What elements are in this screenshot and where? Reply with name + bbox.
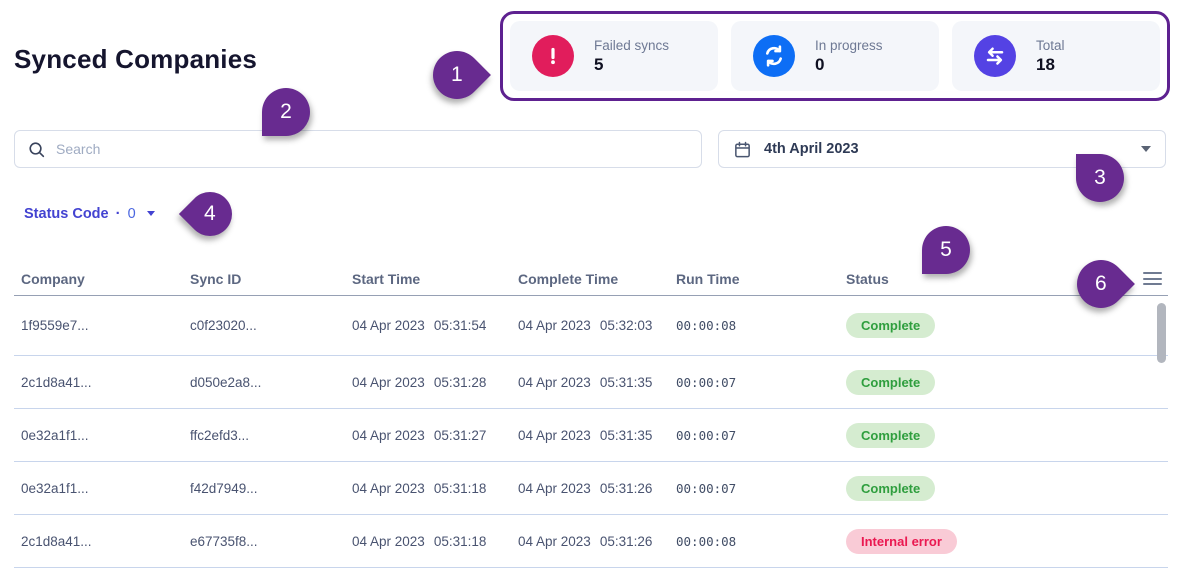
complete-time-cell: 04 Apr 2023 05:31:26 xyxy=(518,480,653,496)
stat-value: 0 xyxy=(815,54,825,74)
start-time-cell: 04 Apr 2023 05:31:18 xyxy=(352,480,487,496)
status-cell: Internal error xyxy=(846,528,1168,554)
stat-card-failed-syncs: Failed syncs 5 xyxy=(510,21,718,91)
sync-id-cell: c0f23020... xyxy=(190,318,257,333)
filter-label: Status Code xyxy=(24,205,109,222)
status-badge: Complete xyxy=(846,313,936,338)
start-time-cell: 04 Apr 2023 05:31:28 xyxy=(352,374,487,390)
start-time-cell: 04 Apr 2023 05:31:54 xyxy=(352,318,487,333)
status-badge: Complete xyxy=(846,369,936,395)
sync-id-cell: d050e2a8... xyxy=(190,374,262,390)
callout-5: 5 xyxy=(922,226,970,274)
search-icon xyxy=(29,141,45,157)
col-start-time: Start Time xyxy=(352,270,421,287)
col-run-time: Run Time xyxy=(676,270,740,287)
table-header: Company Sync ID Start Time Complete Time… xyxy=(14,262,1168,296)
callout-3: 3 xyxy=(1076,154,1124,202)
run-time-cell: 00:00:08 xyxy=(676,318,737,333)
complete-time-cell: 04 Apr 2023 05:31:35 xyxy=(518,427,653,443)
run-time-cell: 00:00:07 xyxy=(676,480,737,496)
alert-icon xyxy=(532,35,574,77)
stat-label: Failed syncs xyxy=(594,37,670,53)
synced-companies-table: Company Sync ID Start Time Complete Time… xyxy=(14,262,1168,568)
chevron-down-icon xyxy=(1141,146,1151,152)
col-company: Company xyxy=(21,270,85,287)
stats-box: Failed syncs 5 In progress 0 Total 18 xyxy=(500,11,1170,101)
table-body: 1f9559e7... c0f23020... 04 Apr 2023 05:31:5… xyxy=(14,296,1168,568)
refresh-icon xyxy=(753,35,795,77)
sync-id-cell: ffc2efd3... xyxy=(190,427,250,443)
callout-4: 4 xyxy=(178,182,242,246)
table-row[interactable]: 2c1d8a41... e67735f8... 04 Apr 2023 05:31:1… xyxy=(14,515,1168,568)
company-cell: 2c1d8a41... xyxy=(21,533,92,549)
complete-time-cell: 04 Apr 2023 05:32:03 xyxy=(518,318,653,333)
transfer-icon xyxy=(974,35,1016,77)
run-time-cell: 00:00:07 xyxy=(676,427,737,443)
table-row[interactable]: 0e32a1f1... f42d7949... 04 Apr 2023 05:31:1… xyxy=(14,462,1168,515)
table-row[interactable]: 2c1d8a41... d050e2a8... 04 Apr 2023 05:31:2… xyxy=(14,356,1168,409)
calendar-icon xyxy=(735,141,750,157)
start-time-cell: 04 Apr 2023 05:31:18 xyxy=(352,533,487,549)
company-cell: 0e32a1f1... xyxy=(21,427,89,443)
callout-1: 1 xyxy=(423,41,491,109)
search-input[interactable] xyxy=(56,141,689,157)
status-cell: Complete xyxy=(846,475,1168,501)
status-cell: Complete xyxy=(846,369,1168,395)
company-cell: 2c1d8a41... xyxy=(21,374,92,390)
scrollbar-thumb[interactable] xyxy=(1157,303,1166,363)
status-cell: Complete xyxy=(846,313,1168,338)
complete-time-cell: 04 Apr 2023 05:31:26 xyxy=(518,533,653,549)
stat-card-total: Total 18 xyxy=(952,21,1160,91)
run-time-cell: 00:00:08 xyxy=(676,533,737,549)
filter-separator: · xyxy=(115,205,121,222)
stat-value: 18 xyxy=(1036,54,1055,74)
company-cell: 1f9559e7... xyxy=(21,318,89,333)
callout-2: 2 xyxy=(262,88,310,136)
stat-label: Total xyxy=(1036,37,1065,53)
stat-card-in-progress: In progress 0 xyxy=(731,21,939,91)
status-cell: Complete xyxy=(846,422,1168,448)
status-badge: Complete xyxy=(846,475,936,501)
search-bar xyxy=(14,130,702,168)
sync-id-cell: e67735f8... xyxy=(190,533,258,549)
page-title: Synced Companies xyxy=(14,44,258,74)
stat-label: In progress xyxy=(815,37,883,53)
menu-icon[interactable] xyxy=(1143,272,1162,289)
table-row[interactable]: 0e32a1f1... ffc2efd3... 04 Apr 2023 05:31:2… xyxy=(14,409,1168,462)
status-badge: Complete xyxy=(846,422,936,448)
table-row[interactable]: 1f9559e7... c0f23020... 04 Apr 2023 05:31:5… xyxy=(14,296,1168,356)
col-complete-time: Complete Time xyxy=(518,270,619,287)
status-code-filter[interactable]: Status Code · 0 xyxy=(24,205,155,222)
company-cell: 0e32a1f1... xyxy=(21,480,89,496)
chevron-down-icon xyxy=(146,211,155,216)
stat-value: 5 xyxy=(594,54,604,74)
filter-count: 0 xyxy=(127,205,136,222)
sync-id-cell: f42d7949... xyxy=(190,480,258,496)
status-badge: Internal error xyxy=(846,528,957,554)
complete-time-cell: 04 Apr 2023 05:31:35 xyxy=(518,374,653,390)
run-time-cell: 00:00:07 xyxy=(676,374,737,390)
col-sync-id: Sync ID xyxy=(190,270,242,287)
start-time-cell: 04 Apr 2023 05:31:27 xyxy=(352,427,487,443)
